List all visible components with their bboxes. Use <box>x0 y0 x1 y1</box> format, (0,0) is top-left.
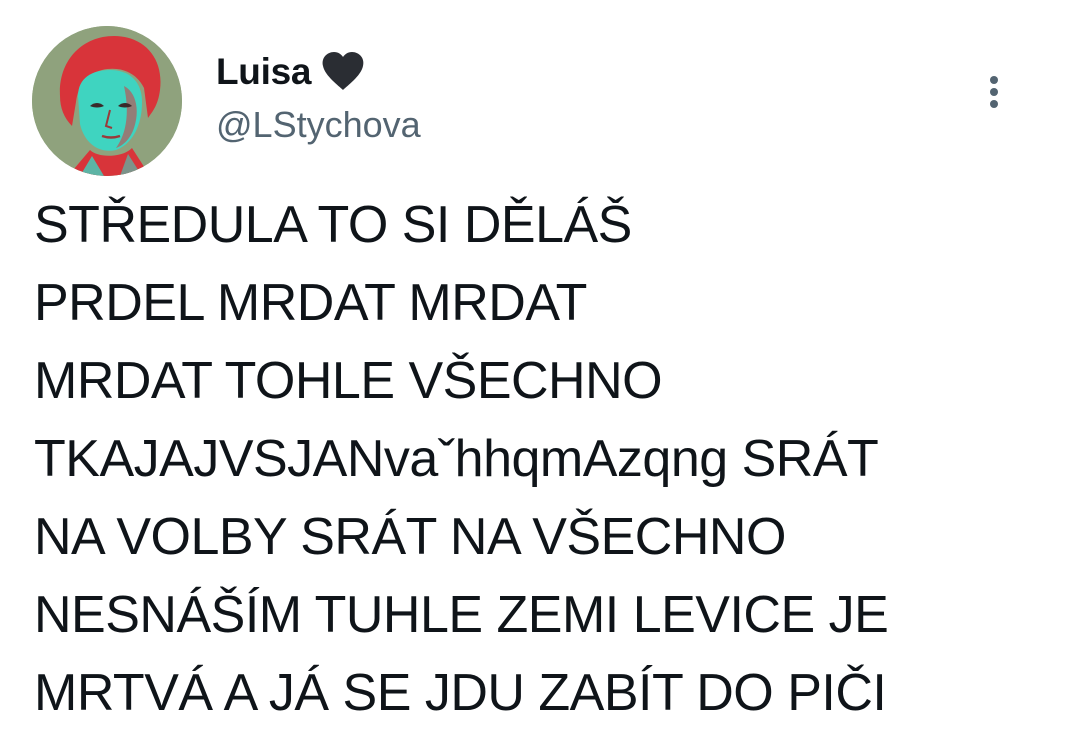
tweet: Luisa @LStychova STŘEDULA TO SI DĚLÁŠ PR… <box>0 0 1080 744</box>
tweet-header: Luisa @LStychova <box>32 26 1048 176</box>
author-info: Luisa @LStychova <box>216 48 421 146</box>
tweet-text: STŘEDULA TO SI DĚLÁŠ PRDEL MRDAT MRDAT M… <box>34 196 889 722</box>
more-options-button[interactable] <box>984 76 1004 116</box>
more-vertical-icon-dot <box>990 100 998 108</box>
display-name[interactable]: Luisa <box>216 51 311 93</box>
user-handle[interactable]: @LStychova <box>216 104 421 146</box>
name-row: Luisa <box>216 48 421 96</box>
more-vertical-icon <box>990 76 998 84</box>
more-vertical-icon-dot <box>990 88 998 96</box>
black-heart-icon <box>321 52 365 92</box>
avatar-image <box>32 26 182 176</box>
avatar[interactable] <box>32 26 182 176</box>
